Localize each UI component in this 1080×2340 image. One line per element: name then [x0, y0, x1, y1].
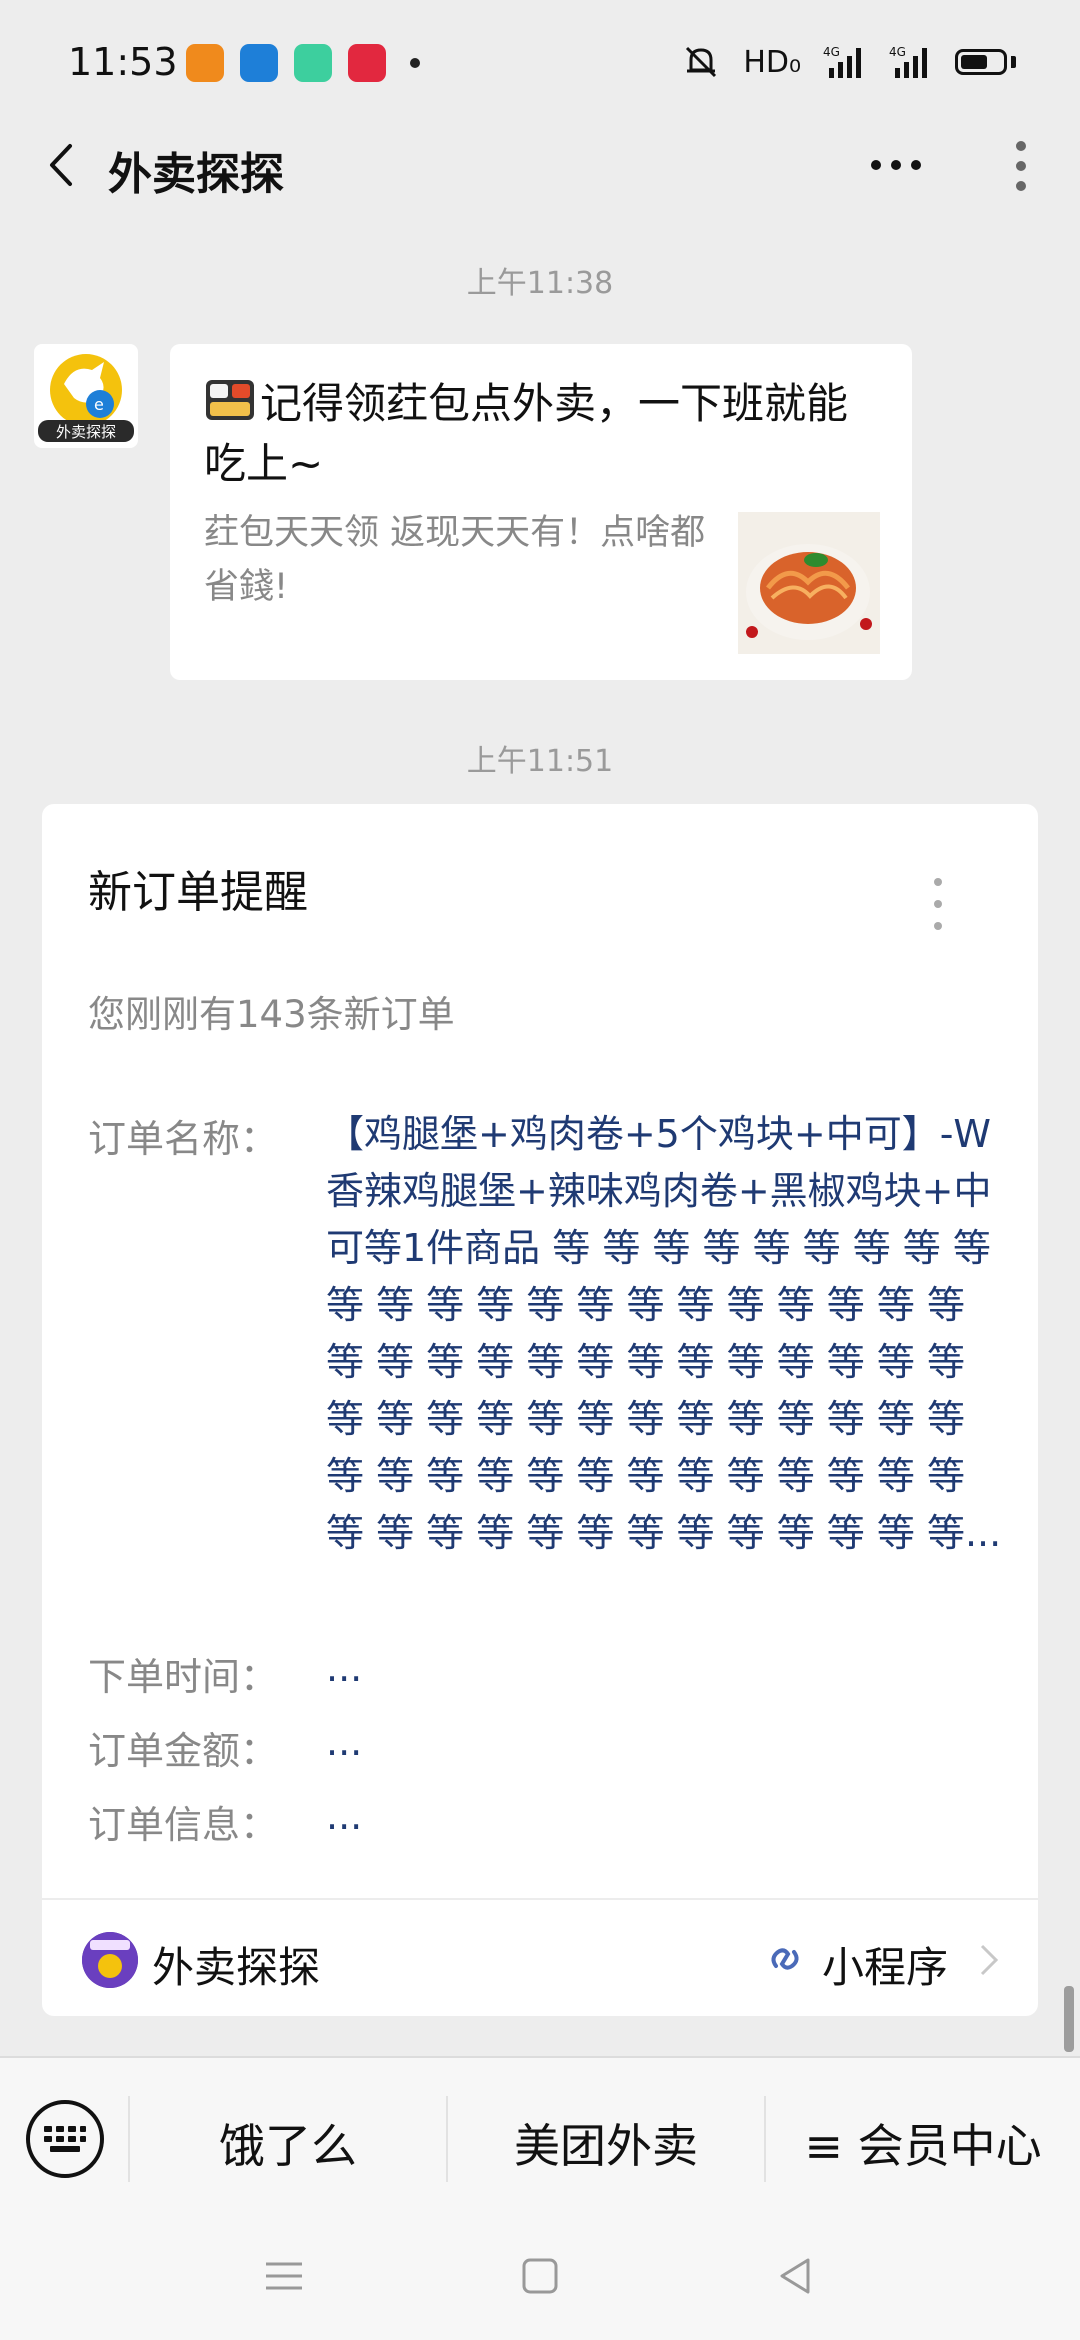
order-amount-value: ...: [326, 1720, 363, 1764]
promo-message-bubble[interactable]: 记得领荭包点外卖，一下班就能吃上~ 荭包天天领 返现天天有！点啥都省錢!: [170, 344, 912, 680]
app-notification-icon: [348, 44, 386, 82]
menu-item-eleme[interactable]: 饿了么: [130, 2110, 446, 2176]
keyboard-icon: [44, 2126, 86, 2152]
card-menu-icon[interactable]: [930, 874, 946, 934]
svg-text:4G: 4G: [889, 45, 906, 59]
chat-header: 外卖探探: [0, 120, 1080, 210]
mute-bell-icon: [686, 46, 717, 78]
service-menu-bar: 饿了么 美团外卖 ≡ 会员中心: [0, 2056, 1080, 2216]
card-title: 新订单提醒: [88, 867, 308, 918]
card-divider: [42, 1898, 1038, 1900]
app-notification-icon: [294, 44, 332, 82]
sender-avatar[interactable]: e 外卖探探: [34, 344, 138, 448]
menu-item-member-center[interactable]: ≡ 会员中心: [766, 2110, 1080, 2176]
mascot-icon: [82, 1932, 138, 1988]
notification-icons: [186, 44, 420, 82]
message-timestamp: 上午11:38: [466, 266, 614, 301]
signal-icon: 4G: [889, 45, 927, 78]
miniprogram-avatar: [82, 1932, 138, 1988]
chat-screen: 11:53 HD₀ 4G 4G 外卖探探 上午11:38 e 外卖探探 记得领荭…: [0, 0, 1080, 2340]
back-nav-icon[interactable]: [774, 2254, 818, 2298]
keyboard-toggle-button[interactable]: [26, 2100, 104, 2178]
vertical-menu-icon[interactable]: [1006, 138, 1036, 194]
promo-title: 记得领荭包点外卖，一下班就能吃上~: [204, 379, 849, 488]
miniprogram-name: 外卖探探: [152, 1943, 321, 1992]
order-time-value: ...: [326, 1646, 363, 1690]
status-indicators: HD₀ 4G 4G: [681, 44, 1016, 80]
scrollbar[interactable]: [1064, 1986, 1074, 2052]
pasta-thumbnail: [738, 512, 880, 654]
order-info-label: 订单信息：: [88, 1803, 279, 1847]
miniprogram-link-icon: [771, 1948, 799, 1970]
more-notifications-icon: [410, 58, 420, 68]
app-notification-icon: [186, 44, 224, 82]
svg-text:4G: 4G: [823, 45, 840, 59]
chat-title: 外卖探探: [108, 149, 284, 200]
hd-label: HD₀: [743, 44, 801, 80]
menu-item-meituan[interactable]: 美团外卖: [448, 2110, 764, 2176]
promo-description: 荭包天天领 返现天天有！点啥都省錢!: [204, 513, 706, 607]
message-timestamp: 上午11:51: [466, 744, 614, 779]
order-info-value: ...: [326, 1794, 363, 1838]
recent-apps-icon[interactable]: [262, 2254, 306, 2298]
app-notification-icon: [240, 44, 278, 82]
order-amount-label: 订单金额：: [88, 1729, 279, 1773]
order-name-value: 【鸡腿堡+鸡肉卷+5个鸡块+中可】-W香辣鸡腿堡+辣味鸡肉卷+黑椒鸡块+中可等1…: [326, 1112, 1002, 1555]
miniprogram-label: 小程序: [822, 1943, 949, 1992]
svg-text:外卖探探: 外卖探探: [56, 423, 116, 441]
battery-cap: [1011, 56, 1016, 68]
more-options-icon[interactable]: [868, 150, 924, 180]
order-name-label: 订单名称：: [88, 1117, 279, 1161]
order-time-label: 下单时间：: [88, 1655, 279, 1699]
home-icon[interactable]: [518, 2254, 562, 2298]
status-bar: 11:53 HD₀ 4G 4G: [0, 0, 1080, 130]
order-notification-card[interactable]: 新订单提醒 您刚刚有143条新订单 订单名称： 【鸡腿堡+鸡肉卷+5个鸡块+中可…: [42, 804, 1038, 2016]
promo-title-row: 记得领荭包点外卖，一下班就能吃上~: [204, 374, 884, 494]
back-arrow-icon[interactable]: [38, 140, 88, 190]
bento-box-icon: [206, 380, 254, 420]
system-navigation-bar: [0, 2216, 1080, 2340]
svg-text:e: e: [94, 395, 104, 414]
signal-icon: 4G: [823, 45, 861, 78]
battery-icon: [955, 49, 1007, 75]
card-subtitle: 您刚刚有143条新订单: [88, 993, 455, 1036]
status-time: 11:53: [68, 40, 178, 84]
chevron-right-icon: [980, 1944, 999, 1976]
waimai-logo-icon: e 外卖探探: [38, 354, 134, 442]
